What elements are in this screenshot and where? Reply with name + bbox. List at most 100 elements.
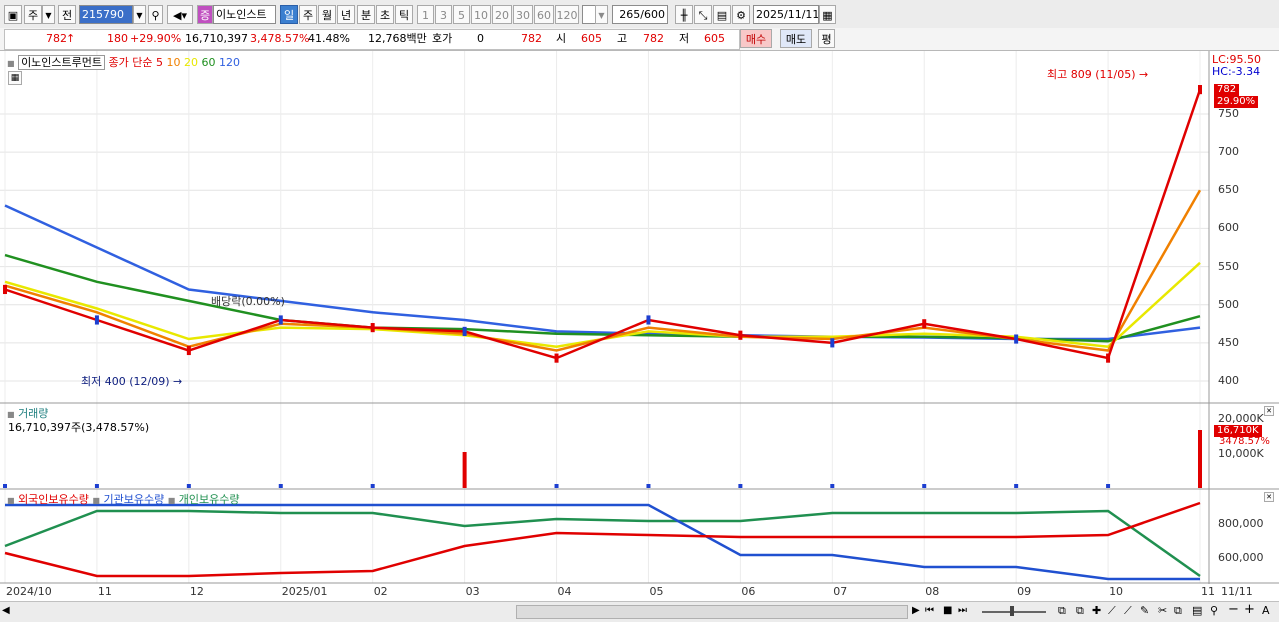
scroll-right-icon[interactable]: ▶	[912, 605, 920, 616]
date-input[interactable]: 2025/11/11	[753, 5, 819, 24]
minute-30-button[interactable]: 30	[513, 5, 533, 24]
volume-bar	[1014, 484, 1019, 488]
high-annotation: 최고 809 (11/05) →	[1047, 68, 1149, 81]
volume-value-line: 16,710,397주(3,478.57%)	[8, 421, 150, 434]
price-panel-legend: ■ 이노인스트루먼트 종가 단순 5 10 20 60 120	[7, 54, 240, 70]
price-tick-550: 550	[1218, 259, 1239, 273]
period-tick-button[interactable]: 틱	[395, 5, 413, 24]
candle	[278, 315, 283, 325]
ma-legend-20: 20	[180, 56, 199, 69]
volume-tick-10000k: 10,000K	[1218, 447, 1264, 460]
volume-badge-pct: 3478.57%	[1219, 436, 1270, 447]
x-tick-6: 04	[557, 585, 572, 598]
holding-panel-close-icon[interactable]: ✕	[1264, 492, 1274, 502]
text-tool-icon[interactable]: ✎	[1140, 604, 1149, 617]
chevron-down-icon[interactable]: ▼	[42, 5, 55, 24]
panel-handle-icon[interactable]: ■	[7, 410, 15, 419]
sell-button[interactable]: 매도	[780, 29, 812, 48]
high-value: 782	[643, 32, 664, 45]
stock-code-input[interactable]: 215790	[79, 5, 133, 24]
trend-icon[interactable]: ⟋	[1108, 604, 1116, 618]
period-month-button[interactable]: 월	[318, 5, 336, 24]
search-icon[interactable]: ⚲	[148, 5, 163, 24]
minute-120-button[interactable]: 120	[555, 5, 579, 24]
chart-area[interactable]: ■ 이노인스트루먼트 종가 단순 5 10 20 60 120 ▦ LC:95.…	[0, 51, 1279, 601]
zoom-in-icon[interactable]: +	[1244, 602, 1255, 617]
price-tick-700: 700	[1218, 145, 1239, 159]
zoom-icon[interactable]: ⚲	[1210, 604, 1218, 617]
holding-tick-800000: 800,000	[1218, 517, 1264, 530]
chart-svg	[0, 51, 1279, 584]
zoom-out-icon[interactable]: −	[1228, 602, 1239, 617]
panel-handle-icon[interactable]: ■	[7, 59, 15, 68]
panel-handle-icon: ■	[167, 496, 176, 505]
price-tick-450: 450	[1218, 335, 1239, 349]
minute-60-button[interactable]: 60	[534, 5, 554, 24]
hoga-label: 호가	[432, 32, 453, 45]
calendar-icon[interactable]: ▦	[819, 5, 836, 24]
minute-1-button[interactable]: 1	[417, 5, 434, 24]
print-icon[interactable]: ▤	[1192, 604, 1202, 617]
period-day-button[interactable]: 일	[280, 5, 298, 24]
x-tick-1: 11	[97, 585, 112, 598]
panel-handle-icon[interactable]: ■	[7, 496, 15, 505]
last-page-icon[interactable]: ⏭	[958, 605, 967, 616]
period-year-button[interactable]: 년	[337, 5, 355, 24]
speaker-icon[interactable]: ◀▾	[167, 5, 193, 24]
eval-button[interactable]: 평	[818, 29, 835, 48]
period-week-button[interactable]: 주	[299, 5, 317, 24]
scroll-left-icon[interactable]: ◀	[2, 605, 10, 616]
x-tick-8: 06	[741, 585, 756, 598]
candle	[830, 338, 835, 348]
minute-3-button[interactable]: 3	[435, 5, 452, 24]
volume-pct: 3,478.57%	[250, 32, 310, 45]
line-tool-icon[interactable]: ⟋	[1124, 604, 1132, 618]
data-count-input[interactable]: 265/600	[612, 5, 668, 24]
price-change-pct: +29.90%	[130, 32, 182, 45]
minute-10-button[interactable]: 10	[471, 5, 491, 24]
bottom-scrollbar[interactable]: ◀ ▶ ⏮ ■ ⏭ ⧉ ⧉ ✚ ⟋ ⟋ ✎ ✂ ⧉ ▤ ⚲ − + A	[0, 601, 1279, 622]
buy-button[interactable]: 매수	[740, 29, 772, 48]
code-dropdown-icon[interactable]: ▼	[133, 5, 146, 24]
ma-legend-120: 120	[215, 56, 241, 69]
x-tick-12: 10	[1109, 585, 1124, 598]
erase-icon[interactable]: ✂	[1158, 604, 1167, 617]
window-icon[interactable]: ⧉	[1058, 604, 1066, 618]
minute-20-button[interactable]: 20	[492, 5, 512, 24]
current-price-badge: 782	[1214, 84, 1240, 96]
candle-type-icon[interactable]: ╫	[675, 5, 693, 24]
chart-type-icon[interactable]: ⧉	[1076, 604, 1084, 618]
price-tick-650: 650	[1218, 183, 1239, 197]
stock-name-field: 이노인스트	[213, 5, 276, 24]
copy-icon[interactable]: ⧉	[1174, 604, 1182, 618]
draw-tool-icon[interactable]: ⤡	[694, 5, 712, 24]
custom-minute-dropdown-icon[interactable]: ▼	[595, 5, 608, 24]
minute-5-button[interactable]: 5	[453, 5, 470, 24]
grid-toggle-icon[interactable]: ▦	[8, 71, 22, 85]
crosshair-icon[interactable]: ✚	[1092, 604, 1101, 617]
volume-bar	[3, 484, 7, 488]
save-icon[interactable]: ▤	[713, 5, 731, 24]
period-second-button[interactable]: 초	[376, 5, 394, 24]
period-minute-button[interactable]: 분	[357, 5, 375, 24]
period-type-button[interactable]: 주	[24, 5, 42, 24]
x-tick-10: 08	[925, 585, 940, 598]
volume-panel-close-icon[interactable]: ✕	[1264, 406, 1274, 416]
ma-line-10	[4, 189, 1202, 352]
candle	[646, 315, 651, 325]
prev-button[interactable]: 전	[58, 5, 76, 24]
scroll-thumb[interactable]	[516, 605, 908, 619]
first-page-icon[interactable]: ⏮	[925, 605, 934, 616]
candle	[554, 353, 559, 363]
zoom-slider-handle[interactable]	[1010, 606, 1014, 616]
layout-icon[interactable]: ▣	[4, 5, 22, 24]
font-size-icon[interactable]: A	[1262, 604, 1270, 617]
stop-icon[interactable]: ■	[943, 605, 952, 616]
x-tick-9: 07	[833, 585, 848, 598]
panel-handle-icon: ■	[92, 496, 100, 505]
ma-legend-prefix: 종가 단순	[108, 56, 153, 69]
gear-icon[interactable]: ⚙	[732, 5, 750, 24]
ma-legend-5: 5	[156, 56, 164, 69]
volume-bar	[646, 484, 651, 488]
zoom-slider[interactable]	[982, 611, 1046, 613]
